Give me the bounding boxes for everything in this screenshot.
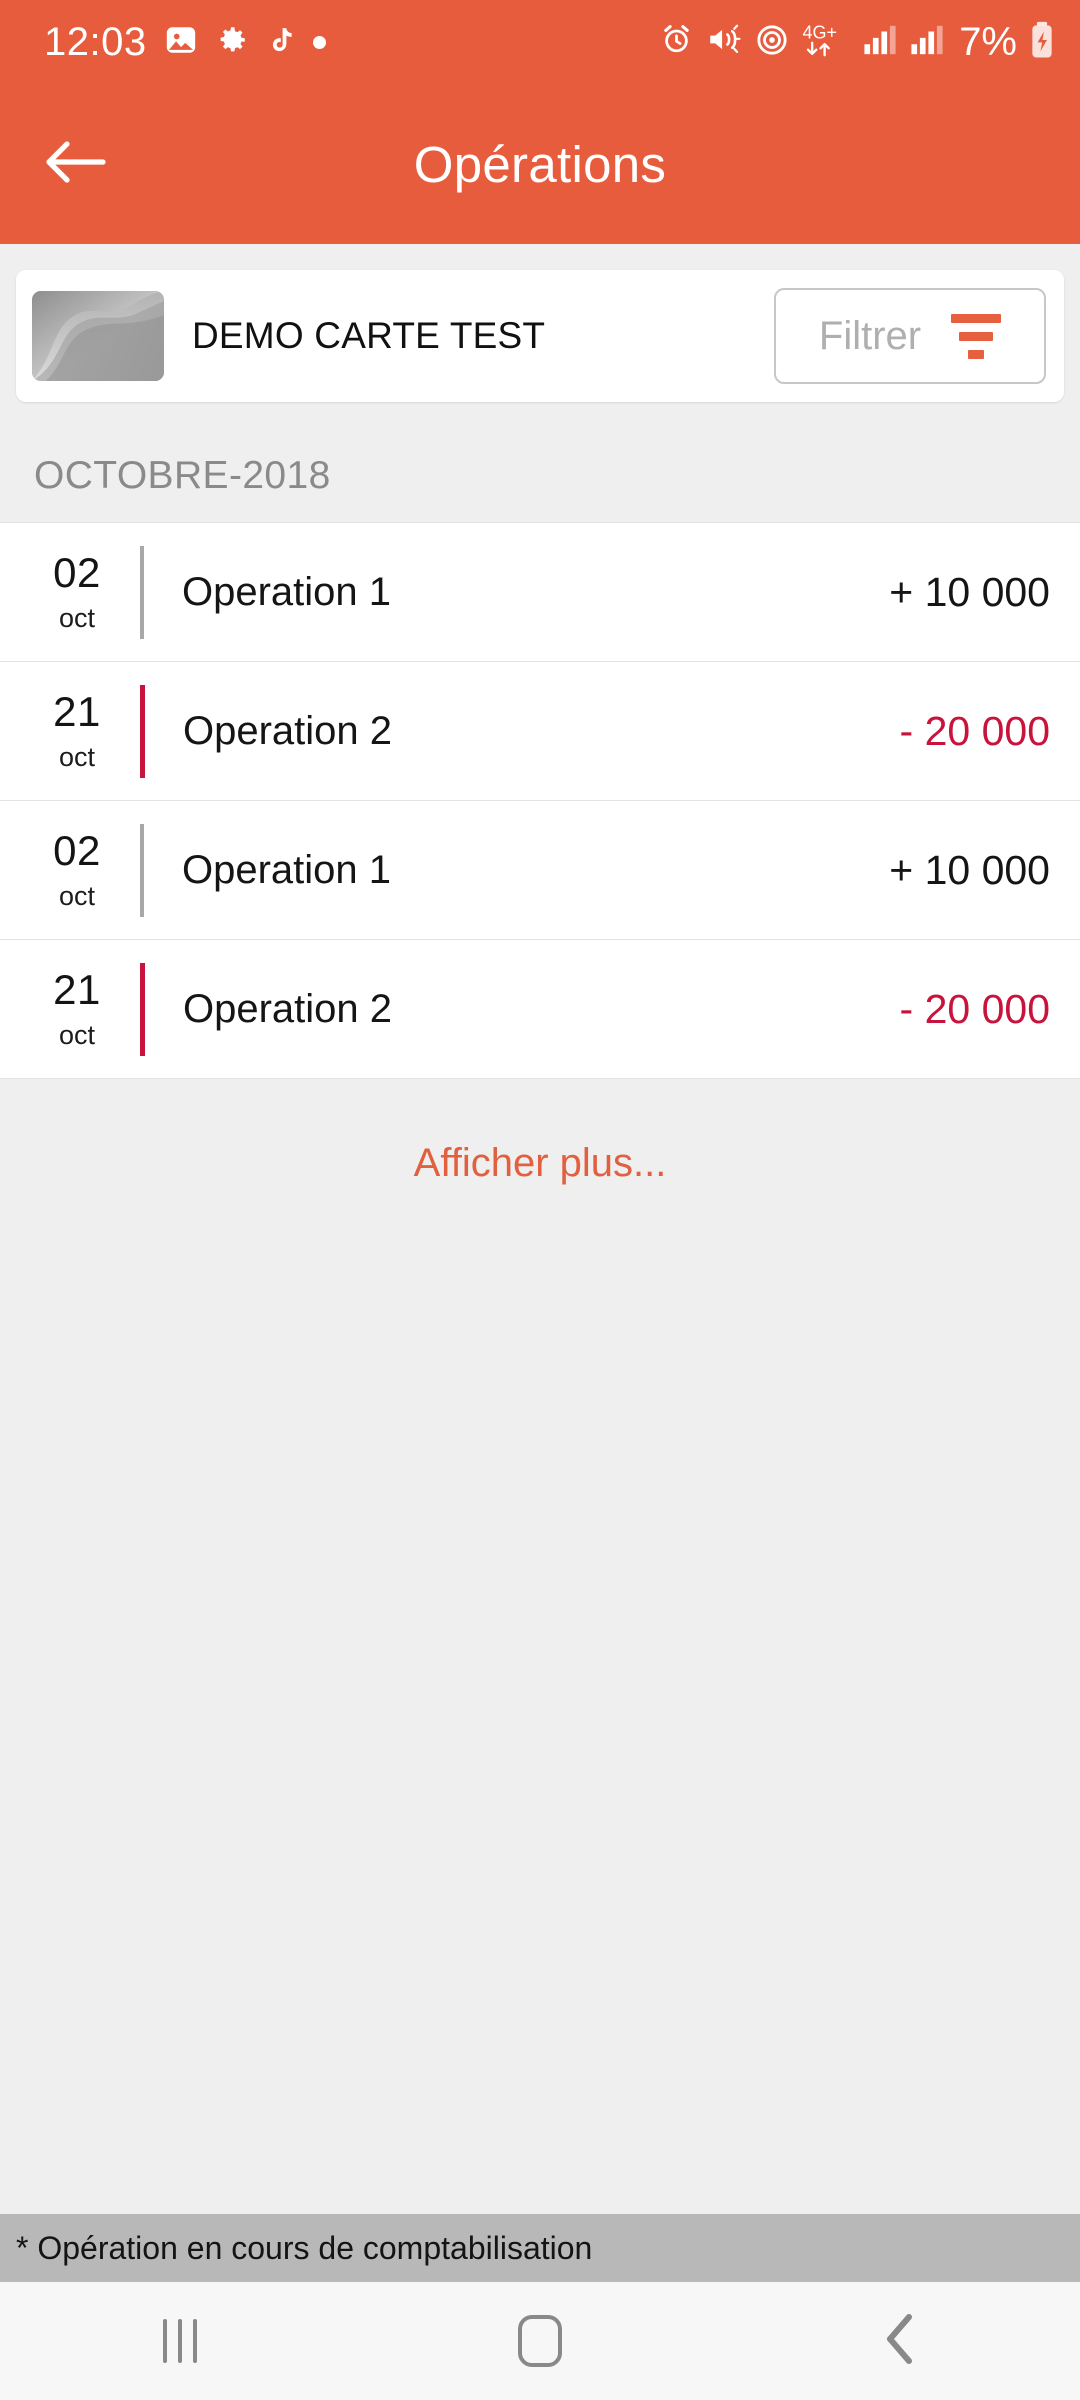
month-header: OCTOBRE-2018 (34, 454, 331, 497)
gear-icon (215, 23, 249, 62)
dot-icon (312, 35, 326, 49)
filter-button-label: Filtrer (818, 313, 922, 358)
transaction-month: oct (58, 742, 96, 772)
android-nav-bar (0, 2282, 1080, 2400)
transaction-date: 21 oct (40, 969, 114, 1049)
transaction-title: Operation 1 (182, 847, 392, 892)
signal-icon (863, 24, 897, 61)
transaction-date: 21 oct (40, 691, 114, 771)
content-area: DEMO CARTE TEST Filtrer OCTOBRE-2018 02 … (0, 244, 1080, 2282)
transactions-list: 02 oct Operation 1 + 10 000 21 oct Opera… (0, 522, 1080, 1079)
transaction-title: Operation 2 (183, 708, 393, 753)
hotspot-icon (755, 23, 789, 62)
filter-button[interactable]: Filtrer (774, 288, 1046, 384)
transaction-accent-bar (140, 823, 144, 917)
back-nav-button[interactable] (820, 2286, 980, 2396)
network-4gplus-icon: 4G+ (802, 22, 850, 63)
mute-icon (706, 23, 742, 61)
home-icon (518, 2315, 562, 2367)
alarm-icon (660, 23, 693, 61)
back-button[interactable] (30, 118, 122, 210)
status-bar-left: 12:03 (44, 22, 326, 62)
transaction-day: 21 (53, 688, 101, 735)
transaction-amount: + 10 000 (889, 568, 1050, 615)
footnote-bar: * Opération en cours de comptabilisation (0, 2214, 1080, 2282)
transaction-accent-bar (140, 545, 144, 639)
transaction-title: Operation 2 (183, 986, 393, 1031)
transaction-amount: + 10 000 (889, 846, 1050, 893)
app-bar: Opérations (0, 84, 1080, 244)
back-icon (885, 2313, 915, 2370)
transaction-day: 21 (53, 966, 101, 1013)
phone-screen: 12:03 4G+ 7% Opérations DEMO CARTE TEST … (0, 0, 1080, 2400)
tiktok-icon (266, 23, 296, 62)
battery-charging-icon (1030, 21, 1054, 64)
transaction-accent-bar (140, 684, 145, 778)
table-row[interactable]: 21 oct Operation 2 - 20 000 (0, 662, 1080, 801)
page-title: Opérations (413, 135, 667, 193)
table-row[interactable]: 21 oct Operation 2 - 20 000 (0, 940, 1080, 1079)
transaction-month: oct (58, 1020, 96, 1050)
card-name-label: DEMO CARTE TEST (192, 315, 546, 356)
svg-text:4G+: 4G+ (803, 22, 838, 42)
transaction-title: Operation 1 (182, 569, 392, 614)
show-more-link[interactable]: Afficher plus... (0, 1079, 1080, 1186)
table-row[interactable]: 02 oct Operation 1 + 10 000 (0, 801, 1080, 940)
transaction-month: oct (58, 603, 96, 633)
signal-icon (910, 24, 944, 61)
transaction-amount: - 20 000 (899, 707, 1050, 754)
recents-icon (163, 2319, 197, 2363)
arrow-left-icon (45, 138, 107, 191)
transaction-month: oct (58, 881, 96, 911)
transaction-accent-bar (140, 962, 145, 1056)
recents-button[interactable] (100, 2286, 260, 2396)
transaction-amount: - 20 000 (899, 985, 1050, 1032)
transaction-day: 02 (53, 549, 101, 596)
battery-percent-label: 7% (959, 20, 1017, 64)
home-button[interactable] (460, 2286, 620, 2396)
card-summary-panel[interactable]: DEMO CARTE TEST Filtrer (16, 270, 1064, 402)
status-bar-right: 4G+ 7% (660, 21, 1054, 64)
bank-card-thumbnail (32, 291, 164, 381)
gallery-icon (164, 23, 198, 62)
status-bar: 12:03 4G+ 7% (0, 0, 1080, 84)
status-bar-clock: 12:03 (44, 20, 147, 64)
transaction-date: 02 oct (40, 552, 114, 632)
table-row[interactable]: 02 oct Operation 1 + 10 000 (0, 523, 1080, 662)
filter-icon (951, 313, 1002, 359)
transaction-day: 02 (53, 827, 101, 874)
transaction-date: 02 oct (40, 830, 114, 910)
